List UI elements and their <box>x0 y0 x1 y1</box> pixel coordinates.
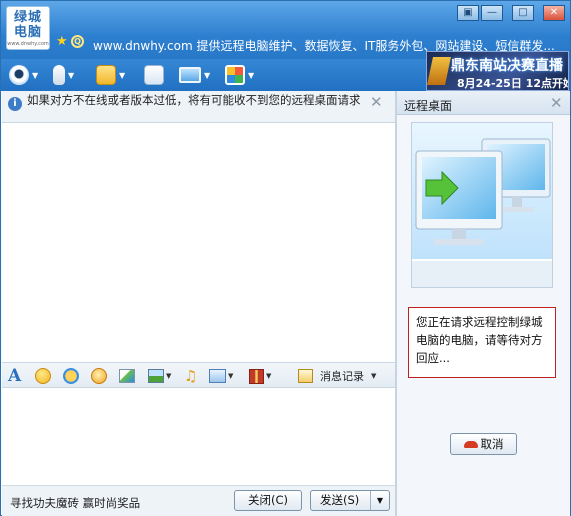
ad-banner-title: 鼎东南站决赛直播 <box>451 58 563 74</box>
chevron-down-icon: ▼ <box>266 372 272 380</box>
monitor-icon <box>179 67 201 83</box>
remote-desktop-panel: 远程桌面 ✕ 您正在请求远程控制绿城电脑的电脑，请等待对方回应... 取消 <box>397 91 570 516</box>
screenshot-button[interactable]: ▼ <box>209 367 233 385</box>
apps-grid-icon <box>225 65 245 85</box>
font-button[interactable]: A <box>8 366 22 386</box>
chevron-down-icon: ▼ <box>371 372 377 380</box>
notice-bar: i 如果对方不在线或者版本过低，将有可能收不到您的远程桌面请求 ✕ <box>2 91 395 123</box>
smiley-icon <box>35 368 51 384</box>
magic-emoji-icon <box>91 368 107 384</box>
ad-banner[interactable]: 鼎东南站决赛直播 8月24-25日 12点开始 <box>426 51 569 91</box>
webcam-icon <box>9 65 29 85</box>
contact-avatar[interactable]: 绿城 电脑 www.dnwhy.com <box>6 6 50 50</box>
ad-banner-date: 8月24-25日 12点开始 <box>457 77 569 90</box>
chat-panel: i 如果对方不在线或者版本过低，将有可能收不到您的远程桌面请求 ✕ A ▼ ♫ … <box>2 91 395 516</box>
remote-request-message: 您正在请求远程控制绿城电脑的电脑，请等待对方回应... <box>408 307 556 378</box>
video-call-button[interactable]: ▼ <box>9 63 38 87</box>
microphone-icon <box>53 65 65 85</box>
logo-line1: 绿城 <box>13 10 42 25</box>
hang-up-icon <box>463 441 478 448</box>
minimize-button[interactable]: — <box>481 5 503 21</box>
cancel-button-label: 取消 <box>480 437 504 451</box>
history-icon <box>298 369 313 383</box>
bottom-ad-link[interactable]: 寻找功夫魔砖 赢时尚奖品 <box>10 495 140 511</box>
message-input[interactable] <box>2 389 395 484</box>
star-icon[interactable]: ★ <box>56 34 68 49</box>
cancel-button[interactable]: 取消 <box>450 433 517 455</box>
magic-emoji-button[interactable] <box>91 367 107 385</box>
skin-button[interactable]: ▣ <box>457 5 479 21</box>
send-file-button[interactable]: ▼ <box>96 63 125 87</box>
close-window-button[interactable]: ✕ <box>543 5 565 21</box>
chevron-down-icon: ▼ <box>68 70 75 80</box>
chevron-down-icon: ▼ <box>248 70 255 80</box>
remote-desktop-button[interactable]: ▼ <box>179 63 210 87</box>
notice-text: 如果对方不在线或者版本过低，将有可能收不到您的远程桌面请求 <box>27 93 361 107</box>
ad-logo-icon <box>427 57 451 85</box>
vip-emoji-button[interactable] <box>63 367 79 385</box>
message-history-button[interactable]: 消息记录 ▼ <box>298 367 376 385</box>
chevron-down-icon: ▼ <box>228 372 234 380</box>
format-toolbar: A ▼ ♫ ▼ ▼ 消息记录 ▼ <box>2 362 395 388</box>
shake-window-button[interactable] <box>119 367 135 385</box>
info-icon: i <box>8 97 22 111</box>
music-note-icon: ♫ <box>184 367 198 385</box>
gift-button[interactable]: ▼ <box>249 367 271 385</box>
vip-emoji-icon <box>63 368 79 384</box>
message-plus-icon <box>144 65 164 85</box>
send-image-button[interactable]: ▼ <box>148 367 171 385</box>
chevron-down-icon: ▼ <box>119 70 126 80</box>
gift-box-icon <box>249 368 264 384</box>
send-sms-button[interactable] <box>144 63 164 87</box>
qzone-icon[interactable]: Q <box>71 35 84 48</box>
send-button-label: 发送(S) <box>320 493 360 507</box>
logo-url: www.dnwhy.com <box>7 41 49 47</box>
close-chat-button[interactable]: 关闭(C) <box>234 490 302 511</box>
chat-window: 绿城 电脑 www.dnwhy.com ★ Q www.dnwhy.com 提供… <box>0 0 571 516</box>
message-history-area[interactable] <box>2 124 395 362</box>
music-button[interactable]: ♫ <box>184 367 197 385</box>
apps-button[interactable]: ▼ <box>225 63 254 87</box>
remote-desktop-illustration <box>411 122 553 288</box>
screenshot-icon <box>209 369 226 383</box>
voice-call-button[interactable]: ▼ <box>53 63 74 87</box>
font-a-icon: A <box>8 366 22 386</box>
picture-icon <box>148 369 164 383</box>
chevron-down-icon: ▼ <box>32 70 39 80</box>
chevron-down-icon: ▼ <box>204 70 211 80</box>
close-notice-icon[interactable]: ✕ <box>370 93 383 111</box>
remote-monitors-icon <box>412 123 552 287</box>
remote-panel-header: 远程桌面 ✕ <box>397 91 570 115</box>
message-history-label: 消息记录 <box>320 370 364 383</box>
close-remote-panel-icon[interactable]: ✕ <box>550 94 563 112</box>
bottom-bar: 寻找功夫魔砖 赢时尚奖品 关闭(C) 发送(S) ▼ <box>2 485 395 516</box>
chevron-down-icon: ▼ <box>166 372 172 380</box>
send-options-chevron-icon[interactable]: ▼ <box>370 491 389 510</box>
shake-icon <box>119 369 135 383</box>
send-button[interactable]: 发送(S) ▼ <box>310 490 390 511</box>
folder-icon <box>96 65 116 85</box>
logo-line2: 电脑 <box>13 25 42 40</box>
emoji-button[interactable] <box>35 367 51 385</box>
remote-panel-title: 远程桌面 <box>404 99 453 113</box>
maximize-button[interactable]: □ <box>512 5 534 21</box>
